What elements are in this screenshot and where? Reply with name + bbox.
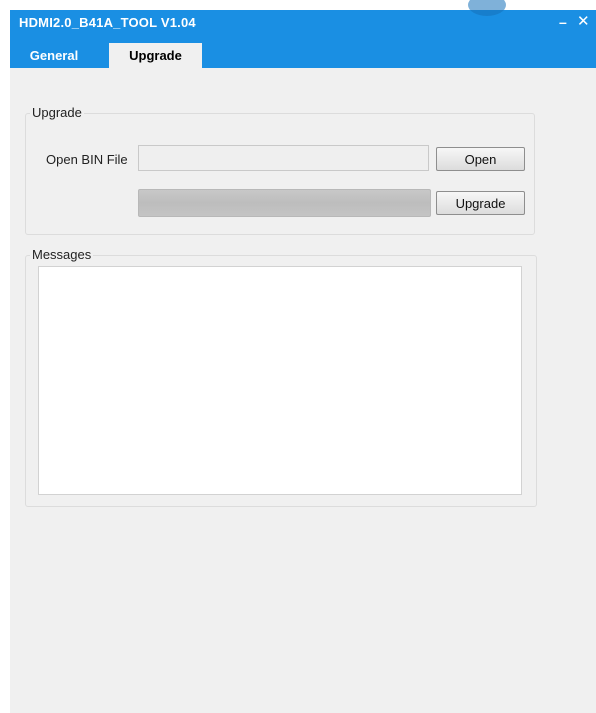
title-bar[interactable]: HDMI2.0_B41A_TOOL V1.04 – ✕ General Upgr… [10,0,596,68]
tab-upgrade[interactable]: Upgrade [109,43,202,68]
upgrade-button[interactable]: Upgrade [436,191,525,215]
open-bin-file-label: Open BIN File [46,152,128,167]
app-window: HDMI2.0_B41A_TOOL V1.04 – ✕ General Upgr… [10,0,596,713]
messages-textbox[interactable] [38,266,522,495]
bin-file-path-input[interactable] [138,145,429,171]
close-icon[interactable]: ✕ [577,14,590,30]
minimize-icon[interactable]: – [559,14,567,30]
upgrade-progress-bar [138,189,431,217]
window-title: HDMI2.0_B41A_TOOL V1.04 [19,15,196,30]
messages-group-label: Messages [30,247,94,262]
tab-general[interactable]: General [12,43,96,68]
open-button[interactable]: Open [436,147,525,171]
upgrade-group-label: Upgrade [30,105,84,120]
title-bar-decoration [468,0,506,16]
